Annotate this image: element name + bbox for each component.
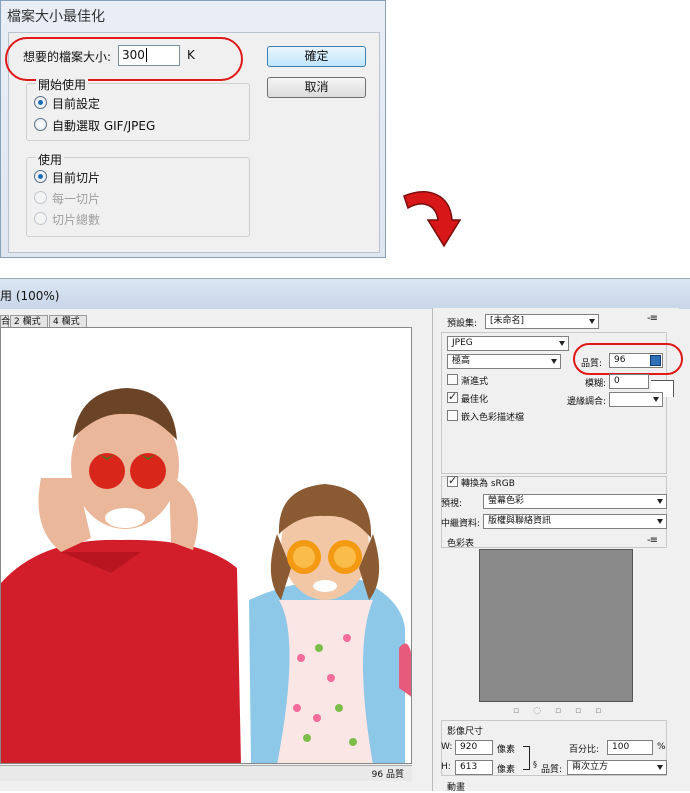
quality-highlight-oval (573, 343, 683, 375)
optimized-checkbox[interactable] (447, 390, 458, 403)
convert-srgb-label: 轉換為 sRGB (461, 479, 515, 489)
color-table-menu-icon[interactable]: -≡ (647, 535, 658, 546)
option-total-slices: 切片總數 (52, 213, 101, 227)
radio-each-slice (34, 191, 47, 204)
radio-auto-select[interactable] (34, 118, 47, 131)
window-titlebar: 用 (100%) (0, 278, 690, 309)
panel-menu-icon[interactable]: -≡ (647, 313, 658, 324)
width-label: W: (441, 742, 453, 752)
format-select[interactable]: JPEG (447, 336, 569, 351)
tab-optimized[interactable]: 合 (0, 315, 11, 327)
tab-2-up[interactable]: 2 欄式 (10, 315, 48, 327)
preview-label: 預視: (441, 499, 463, 509)
option-auto-select: 自動選取 GIF/JPEG (52, 119, 156, 133)
blur-input[interactable]: 0 (609, 374, 649, 389)
highlight-oval (5, 37, 243, 81)
resample-quality-value: 兩次立方 (572, 762, 609, 772)
start-with-title: 開始使用 (36, 76, 89, 93)
matte-select[interactable] (609, 392, 663, 407)
save-for-web-window: 用 (100%) 合 2 欄式 4 欄式 96 品質 預設集: [未命名] -≡… (0, 278, 690, 793)
progressive-label: 漸進式 (461, 377, 489, 387)
radio-current-slice[interactable] (34, 170, 47, 183)
preset-label: 預設集: (447, 319, 478, 329)
preview-photo (1, 388, 411, 763)
width-input[interactable]: 920 (455, 740, 493, 755)
metadata-value: 版權與聯絡資訊 (488, 516, 552, 526)
option-current-settings: 目前設定 (52, 97, 101, 111)
radio-total-slices (34, 212, 47, 225)
tab-4-up[interactable]: 4 欄式 (49, 315, 87, 327)
tab-4-up-label: 4 欄式 (53, 317, 80, 327)
optimized-label: 最佳化 (461, 395, 489, 405)
use-title: 使用 (36, 151, 65, 168)
color-table-swatch-area (479, 549, 633, 702)
preset-select[interactable]: [未命名] (485, 314, 599, 329)
option-current-slice: 目前切片 (52, 171, 101, 185)
curved-arrow-icon (403, 191, 462, 248)
resample-quality-label: 品質: (541, 765, 563, 775)
image-size-label: 影像尺寸 (447, 727, 484, 737)
chain-icon: § (533, 760, 537, 769)
embed-profile-checkbox[interactable] (447, 410, 458, 421)
settings-panel: 預設集: [未命名] -≡ JPEG 極高 品質: 96 漸進式 模糊: 0 最… (432, 308, 683, 793)
status-bar: 96 品質 (0, 765, 412, 781)
format-value: JPEG (452, 338, 473, 348)
percent-value: 100 (612, 742, 630, 752)
height-value: 613 (460, 762, 478, 772)
preview-select[interactable]: 螢幕色彩 (483, 494, 667, 509)
boy-figure (1, 388, 241, 763)
progressive-checkbox[interactable] (447, 374, 458, 385)
constrain-link-icon[interactable] (523, 746, 530, 770)
blur-value: 0 (614, 376, 620, 386)
height-unit: 像素 (497, 765, 516, 775)
blur-label: 模糊: (585, 379, 607, 389)
color-table-tool-icons[interactable]: ▫◌▫▫▫ (513, 706, 615, 716)
status-quality: 96 品質 (371, 770, 404, 780)
embed-profile-label: 嵌入色彩描述檔 (461, 413, 525, 423)
metadata-select[interactable]: 版權與聯絡資訊 (483, 514, 667, 529)
width-unit: 像素 (497, 745, 516, 755)
percent-unit: % (657, 742, 666, 752)
window-title: 用 (100%) (0, 289, 60, 303)
height-label: H: (441, 762, 451, 772)
preset-value: [未命名] (490, 316, 525, 326)
radio-current-settings[interactable] (34, 96, 47, 109)
girl-figure (249, 484, 405, 763)
dialog-title: 檔案大小最佳化 (7, 9, 105, 25)
tab-optimized-label: 合 (1, 317, 11, 327)
preview-canvas[interactable] (0, 327, 412, 764)
animation-label: 動畫 (447, 783, 466, 793)
metadata-label: 中繼資料: (441, 519, 481, 529)
resample-quality-select[interactable]: 兩次立方 (567, 760, 667, 775)
option-each-slice: 每一切片 (52, 192, 101, 206)
preview-value: 螢幕色彩 (488, 496, 525, 506)
matte-label: 邊緣調合: (567, 397, 607, 407)
cancel-button[interactable]: 取消 (267, 77, 366, 98)
percent-label: 百分比: (569, 745, 600, 755)
ok-button[interactable]: 確定 (267, 46, 366, 67)
tab-2-up-label: 2 欄式 (14, 317, 41, 327)
dialog-body: 想要的檔案大小: 300 K 確定 取消 開始使用 目前設定 自動選取 GIF/… (5, 32, 380, 253)
width-value: 920 (460, 742, 478, 752)
percent-input[interactable]: 100 (607, 740, 653, 755)
compression-select[interactable]: 極高 (447, 354, 561, 369)
color-table-label: 色彩表 (447, 539, 475, 549)
height-input[interactable]: 613 (455, 760, 493, 775)
convert-srgb-checkbox[interactable] (447, 474, 458, 487)
compression-value: 極高 (452, 356, 471, 366)
optimize-to-file-size-dialog: 檔案大小最佳化 想要的檔案大小: 300 K 確定 取消 開始使用 目前設定 自… (0, 0, 386, 258)
